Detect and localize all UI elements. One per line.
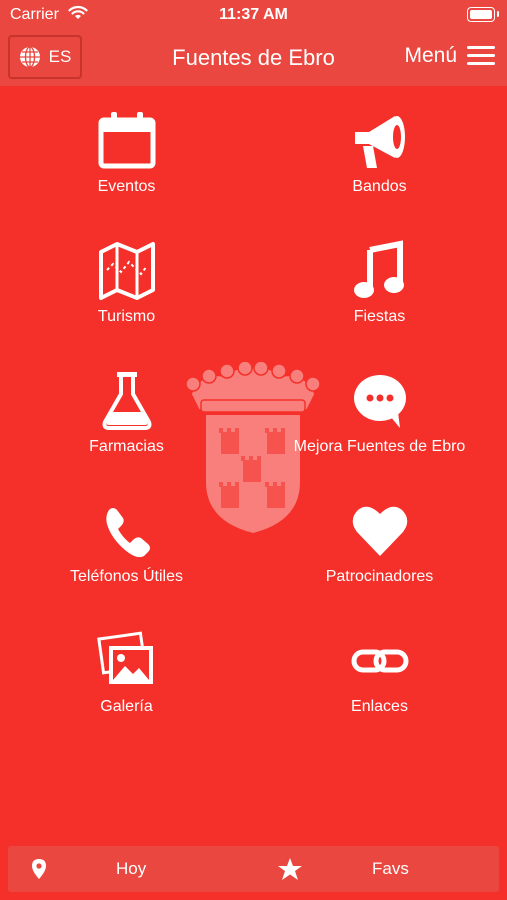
tab-favs-label: Favs xyxy=(372,859,409,878)
phone-icon xyxy=(105,508,150,558)
tile-fiestas[interactable]: Fiestas xyxy=(253,240,506,326)
megaphone-icon xyxy=(354,116,405,168)
tile-label: Turismo xyxy=(97,308,156,325)
tile-label: Bandos xyxy=(352,178,407,195)
nav-bar: ES Fuentes de Ebro Menú xyxy=(0,32,507,86)
status-bar: Carrier 11:37 AM xyxy=(0,0,507,32)
tile-label: Mejora Fuentes de Ebro xyxy=(293,438,466,455)
gallery-icon xyxy=(96,631,153,684)
music-note-icon xyxy=(353,240,404,298)
star-icon xyxy=(278,858,302,880)
tile-farmacias[interactable]: Farmacias xyxy=(0,370,253,456)
battery-icon xyxy=(467,7,495,22)
tile-mejora[interactable]: Mejora Fuentes de Ebro xyxy=(253,370,506,456)
tile-turismo[interactable]: Turismo xyxy=(0,240,253,326)
tile-enlaces[interactable]: Enlaces xyxy=(253,630,506,716)
link-icon xyxy=(351,649,408,673)
status-time: 11:37 AM xyxy=(219,6,288,23)
heart-icon xyxy=(352,506,407,556)
tile-label: Enlaces xyxy=(351,698,408,715)
location-pin-icon xyxy=(32,859,46,879)
tab-hoy-label: Hoy xyxy=(116,859,147,878)
tile-label: Galería xyxy=(100,698,153,715)
menu-grid: Eventos Bandos Turismo Fiestas Farmacias… xyxy=(0,86,507,746)
chat-bubble-icon xyxy=(353,375,406,428)
tile-label: Farmacias xyxy=(89,438,164,455)
calendar-icon xyxy=(98,112,155,169)
tile-telefonos[interactable]: Teléfonos Útiles xyxy=(0,500,253,586)
menu-button[interactable]: Menú xyxy=(404,44,495,68)
tile-eventos[interactable]: Eventos xyxy=(0,110,253,196)
tab-hoy[interactable]: Hoy xyxy=(32,846,146,892)
tile-label: Eventos xyxy=(97,178,156,195)
tile-patrocinadores[interactable]: Patrocinadores xyxy=(253,500,506,586)
menu-label: Menú xyxy=(404,44,457,67)
battery-tip xyxy=(497,11,499,17)
hamburger-icon xyxy=(467,45,495,67)
bottom-tab-bar: Hoy Favs xyxy=(8,846,499,892)
tab-favs[interactable]: Favs xyxy=(278,846,409,892)
tile-label: Teléfonos Útiles xyxy=(70,568,183,585)
map-icon xyxy=(98,242,155,300)
flask-icon xyxy=(102,372,151,430)
tile-galeria[interactable]: Galería xyxy=(0,630,253,716)
tile-label: Fiestas xyxy=(353,308,406,325)
tile-bandos[interactable]: Bandos xyxy=(253,110,506,196)
tile-label: Patrocinadores xyxy=(325,568,434,585)
